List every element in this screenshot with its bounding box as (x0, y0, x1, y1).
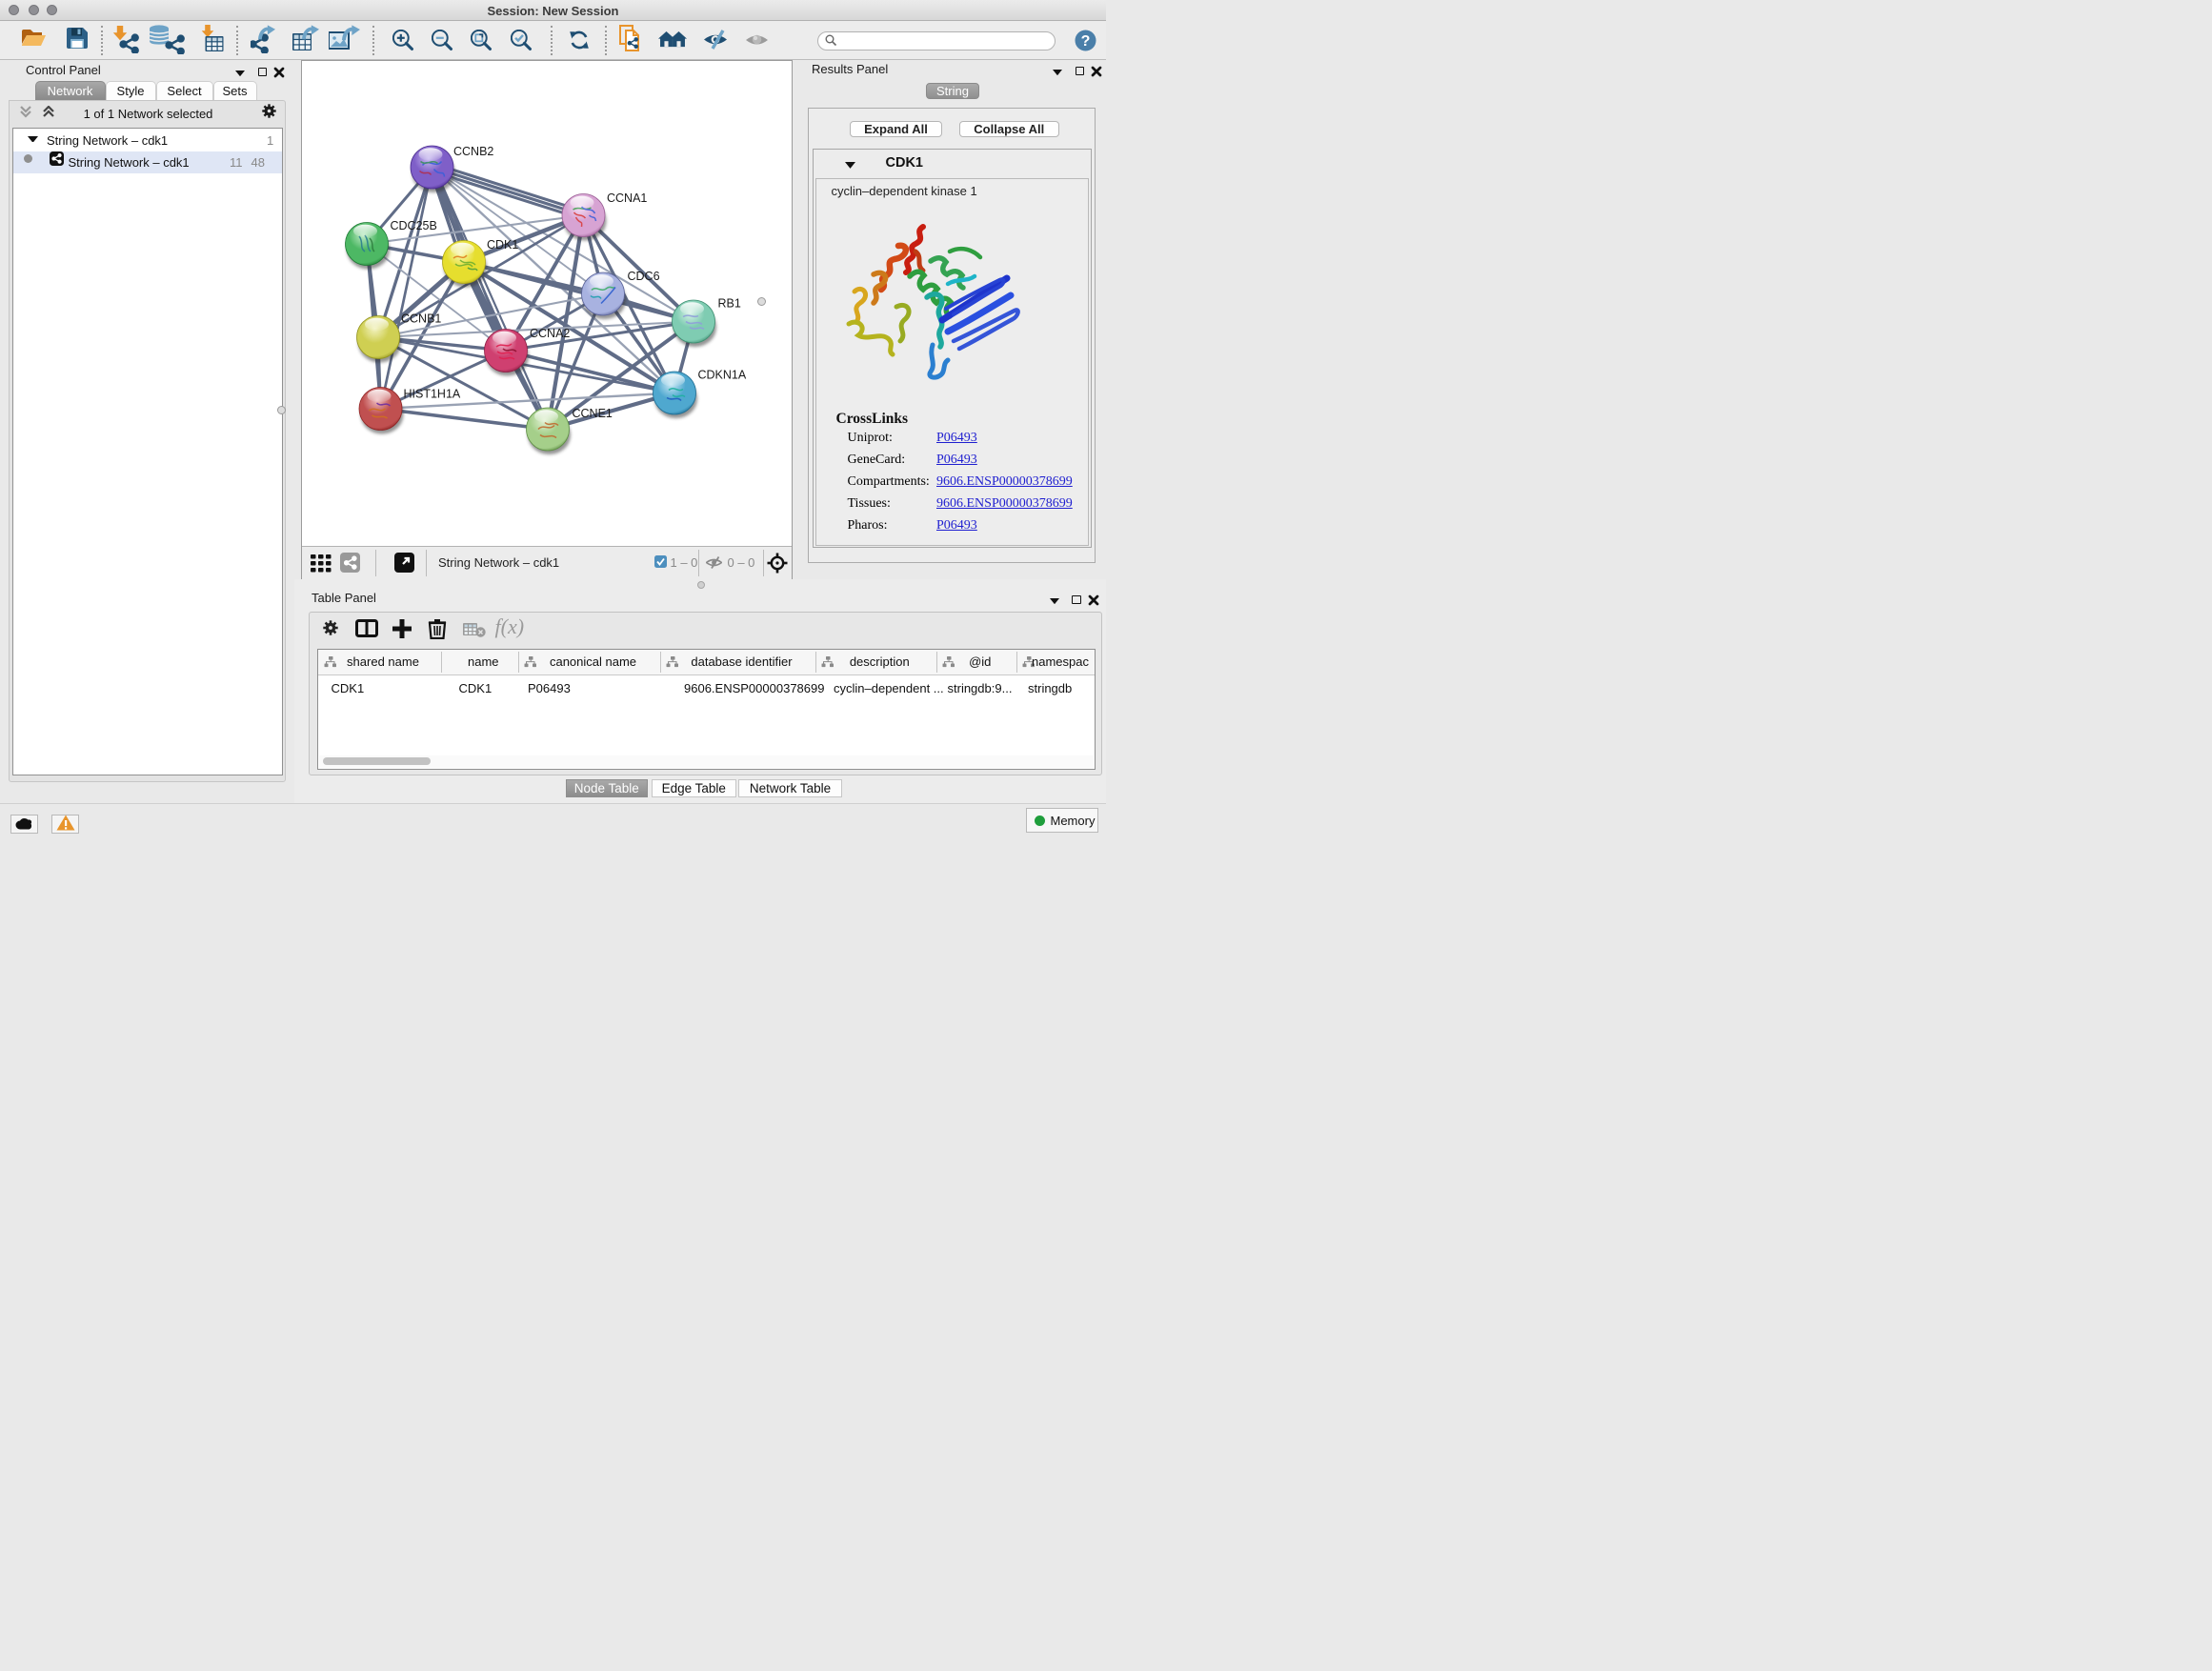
svg-text:CDK1: CDK1 (487, 238, 518, 252)
svg-text:?: ? (1080, 32, 1090, 49)
svg-text:CCNB2: CCNB2 (453, 145, 493, 158)
svg-text:CCNA1: CCNA1 (607, 191, 647, 205)
svg-text:CCNE1: CCNE1 (572, 407, 612, 420)
svg-text:CCNA2: CCNA2 (530, 327, 570, 340)
svg-text:CDC25B: CDC25B (390, 219, 436, 232)
svg-text:HIST1H1A: HIST1H1A (403, 387, 460, 400)
svg-text:CCNB1: CCNB1 (401, 312, 441, 325)
svg-text:CDC6: CDC6 (627, 270, 659, 283)
svg-text:CDKN1A: CDKN1A (697, 368, 746, 381)
svg-text:RB1: RB1 (717, 296, 740, 310)
